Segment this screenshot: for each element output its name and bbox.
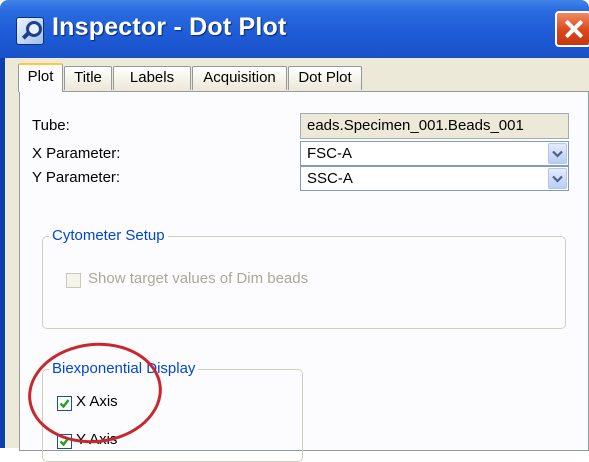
tab-title-label: Title bbox=[74, 69, 102, 86]
chevron-down-icon bbox=[552, 175, 563, 183]
x-parameter-dropdown-button[interactable] bbox=[548, 143, 567, 164]
inspector-magnifier-icon bbox=[16, 17, 44, 45]
x-parameter-label: X Parameter: bbox=[32, 145, 121, 162]
y-parameter-value: SSC-A bbox=[307, 170, 353, 187]
window-title: Inspector - Dot Plot bbox=[52, 13, 287, 41]
close-button[interactable] bbox=[555, 11, 589, 47]
y-parameter-dropdown-button[interactable] bbox=[548, 168, 567, 189]
chevron-down-icon bbox=[552, 150, 563, 158]
tube-field: eads.Specimen_001.Beads_001 bbox=[300, 113, 569, 139]
tab-plot-label: Plot bbox=[27, 68, 54, 85]
tab-dot-plot[interactable]: Dot Plot bbox=[288, 66, 362, 90]
tab-labels[interactable]: Labels bbox=[113, 66, 191, 90]
x-parameter-select[interactable]: FSC-A bbox=[300, 141, 569, 166]
tab-acquisition[interactable]: Acquisition bbox=[192, 66, 287, 90]
show-target-values-label: Show target values of Dim beads bbox=[88, 270, 309, 287]
show-target-values-checkbox[interactable] bbox=[66, 273, 81, 288]
y-parameter-label: Y Parameter: bbox=[32, 169, 121, 186]
tab-dot-plot-label: Dot Plot bbox=[298, 69, 352, 86]
tab-labels-label: Labels bbox=[129, 69, 175, 86]
cytometer-setup-title: Cytometer Setup bbox=[49, 227, 168, 244]
tab-plot[interactable]: Plot bbox=[18, 63, 63, 92]
tube-label: Tube: bbox=[32, 117, 70, 134]
tab-title[interactable]: Title bbox=[64, 66, 112, 90]
x-parameter-value: FSC-A bbox=[307, 145, 352, 162]
y-parameter-select[interactable]: SSC-A bbox=[300, 166, 569, 191]
title-bar[interactable]: Inspector - Dot Plot bbox=[0, 0, 589, 58]
tab-acquisition-label: Acquisition bbox=[203, 69, 276, 86]
